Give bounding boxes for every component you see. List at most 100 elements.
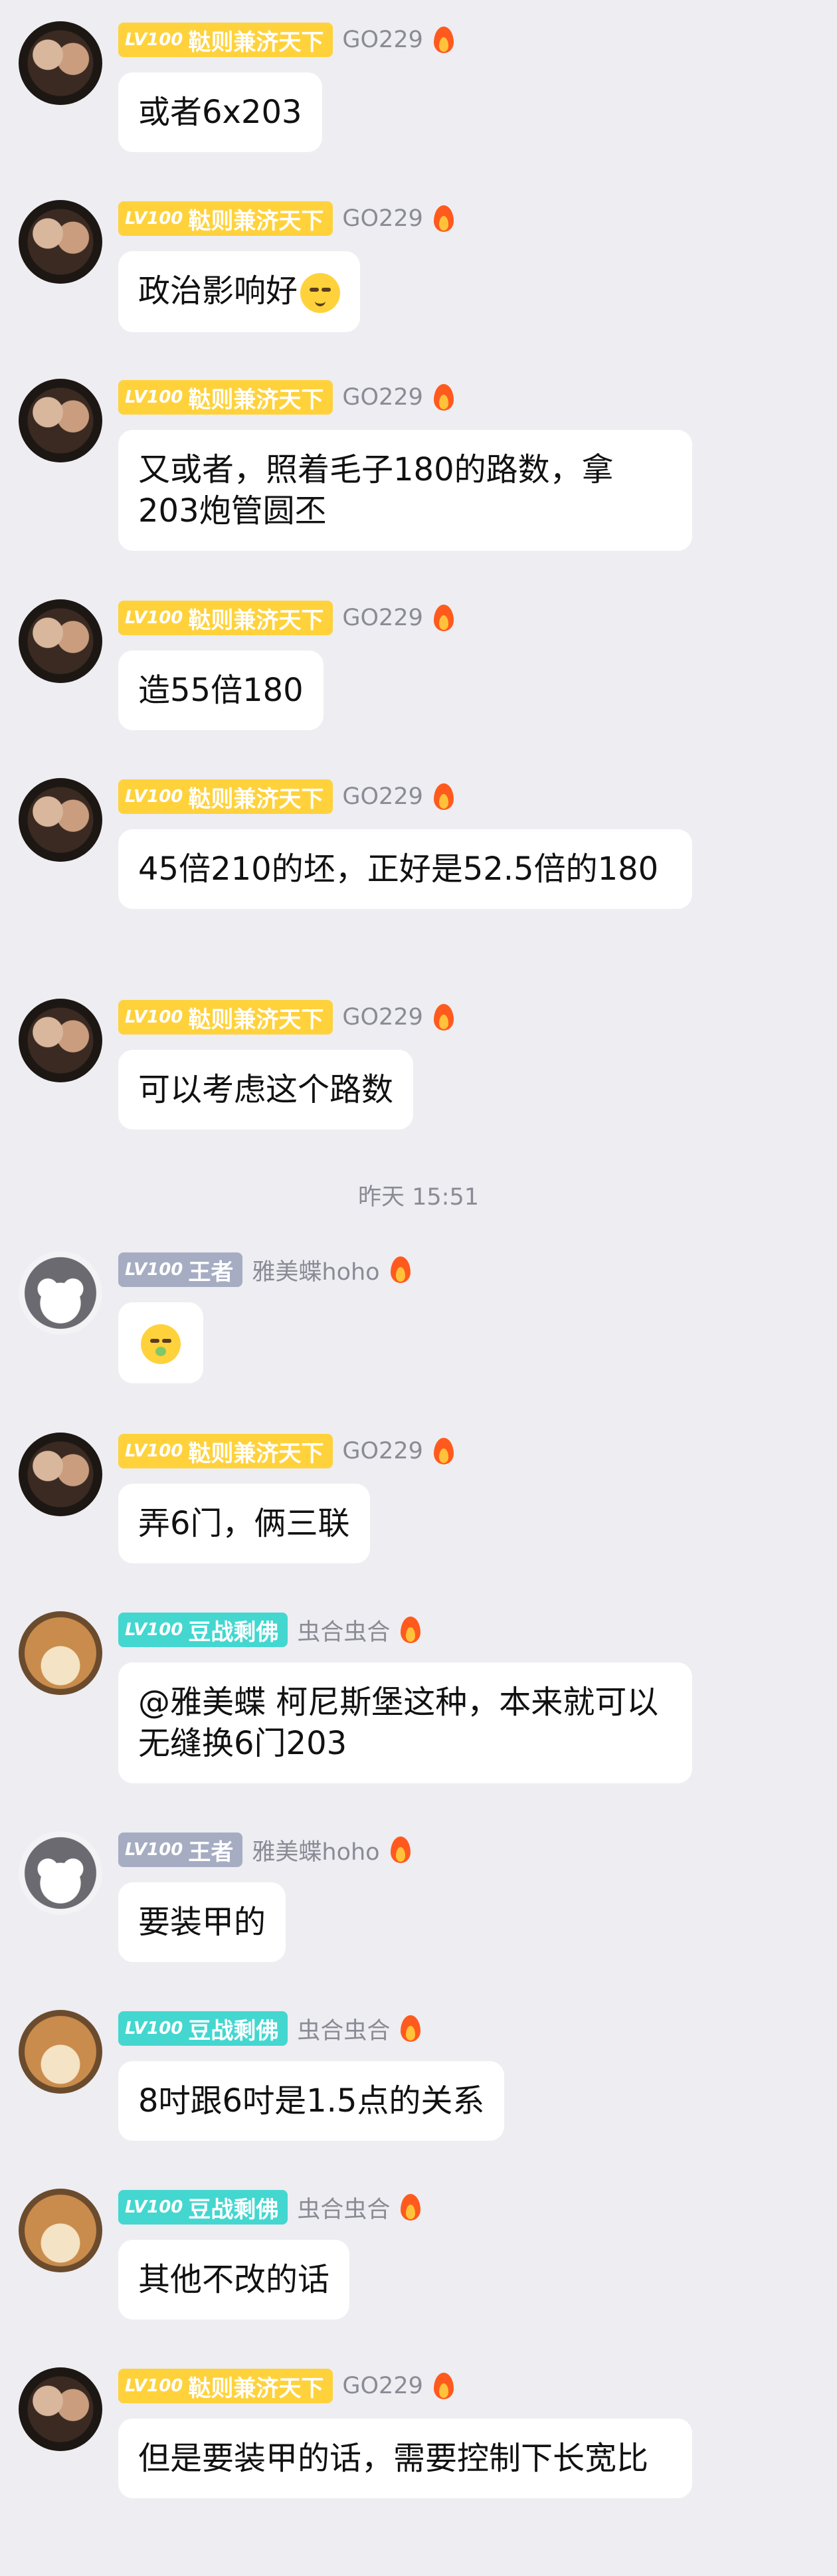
sender-meta: LV100 鞑则兼济天下 GO229 — [118, 599, 454, 637]
sender-meta: LV100 王者 雅美蝶hoho — [118, 1251, 411, 1288]
level-label: LV100 — [125, 2019, 183, 2038]
level-badge[interactable]: LV100 豆战剩佛 — [118, 2011, 288, 2046]
level-badge[interactable]: LV100 鞑则兼济天下 — [118, 779, 333, 814]
message-bubble[interactable]: 政治影响好 — [118, 251, 361, 332]
badge-title: 鞑则兼济天下 — [188, 1440, 324, 1467]
avatar[interactable] — [19, 1251, 102, 1335]
message-bubble[interactable]: 或者6x203 — [118, 72, 322, 152]
level-badge[interactable]: LV100 鞑则兼济天下 — [118, 1434, 333, 1468]
badge-title: 鞑则兼济天下 — [188, 607, 324, 634]
message-bubble[interactable]: 45倍210的坯，正好是52.5倍的180 — [118, 829, 692, 909]
message-text: @雅美蝶 柯尼斯堡这种，本来就可以无缝换6门203 — [138, 1684, 659, 1762]
sender-name[interactable]: GO229 — [342, 205, 422, 232]
message-bubble[interactable]: 8吋跟6吋是1.5点的关系 — [118, 2061, 505, 2141]
sender-meta: LV100 王者 雅美蝶hoho — [118, 1831, 411, 1868]
sender-name[interactable]: 虫合虫合 — [297, 2012, 390, 2046]
message-bubble[interactable]: 可以考虑这个路数 — [118, 1050, 414, 1130]
message-bubble[interactable]: 造55倍180 — [118, 650, 324, 730]
level-badge[interactable]: LV100 鞑则兼济天下 — [118, 601, 333, 635]
badge-title: 豆战剩佛 — [188, 2017, 279, 2044]
badge-title: 鞑则兼济天下 — [188, 207, 324, 235]
level-badge[interactable]: LV100 鞑则兼济天下 — [118, 380, 333, 415]
sender-name[interactable]: GO229 — [342, 27, 422, 53]
message-text: 但是要装甲的话，需要控制下长宽比 — [138, 2440, 649, 2477]
badge-title: 鞑则兼济天下 — [188, 1006, 324, 1033]
level-label: LV100 — [125, 787, 183, 807]
sender-meta: LV100 鞑则兼济天下 GO229 — [118, 379, 454, 416]
timestamp-divider: 昨天 15:51 — [358, 1184, 479, 1211]
avatar[interactable] — [19, 778, 102, 862]
message-bubble[interactable]: 弄6门，俩三联 — [118, 1484, 370, 1563]
level-badge[interactable]: LV100 豆战剩佛 — [118, 1613, 288, 1647]
level-label: LV100 — [125, 30, 183, 50]
sender-name[interactable]: GO229 — [342, 2373, 422, 2399]
message-bubble[interactable] — [118, 1302, 203, 1383]
sender-name[interactable]: GO229 — [342, 605, 422, 631]
message-text: 弄6门，俩三联 — [138, 1505, 350, 1542]
sender-name[interactable]: 虫合虫合 — [297, 1613, 390, 1647]
sender-name[interactable]: 虫合虫合 — [297, 2191, 390, 2225]
avatar[interactable] — [19, 379, 102, 462]
fire-icon — [390, 1836, 411, 1863]
badge-title: 鞑则兼济天下 — [188, 29, 324, 56]
fire-icon — [401, 2015, 421, 2042]
sender-meta: LV100 鞑则兼济天下 GO229 — [118, 1433, 454, 1470]
avatar[interactable] — [19, 21, 102, 105]
message-text: 8吋跟6吋是1.5点的关系 — [138, 2082, 485, 2120]
sender-name[interactable]: 雅美蝶hoho — [252, 1253, 379, 1287]
level-label: LV100 — [125, 608, 183, 628]
message-bubble[interactable]: 又或者，照着毛子180的路数，拿203炮管圆丕 — [118, 430, 692, 551]
avatar[interactable] — [19, 2367, 102, 2451]
message-text: 或者6x203 — [138, 94, 302, 131]
fire-icon — [433, 27, 454, 53]
fire-icon — [433, 605, 454, 631]
sender-name[interactable]: GO229 — [342, 384, 422, 411]
sender-meta: LV100 豆战剩佛 虫合虫合 — [118, 2010, 421, 2047]
avatar[interactable] — [19, 2010, 102, 2094]
avatar[interactable] — [19, 1433, 102, 1516]
level-badge[interactable]: LV100 鞑则兼济天下 — [118, 2369, 333, 2403]
level-badge[interactable]: LV100 王者 — [118, 1833, 243, 1867]
level-label: LV100 — [125, 1840, 183, 1860]
badge-title: 鞑则兼济天下 — [188, 386, 324, 413]
sender-name[interactable]: GO229 — [342, 1438, 422, 1464]
avatar[interactable] — [19, 599, 102, 683]
level-badge[interactable]: LV100 鞑则兼济天下 — [118, 23, 333, 57]
badge-title: 鞑则兼济天下 — [188, 785, 324, 813]
message-bubble[interactable]: 要装甲的 — [118, 1882, 286, 1962]
sender-meta: LV100 豆战剩佛 虫合虫合 — [118, 1611, 421, 1648]
fire-icon — [433, 1438, 454, 1464]
message-bubble[interactable]: 其他不改的话 — [118, 2240, 350, 2320]
sender-meta: LV100 鞑则兼济天下 GO229 — [118, 2367, 454, 2405]
level-badge[interactable]: LV100 鞑则兼济天下 — [118, 201, 333, 236]
level-badge[interactable]: LV100 鞑则兼济天下 — [118, 1000, 333, 1035]
fire-icon — [401, 2194, 421, 2221]
fire-icon — [433, 205, 454, 232]
level-badge[interactable]: LV100 豆战剩佛 — [118, 2190, 288, 2225]
badge-title: 鞑则兼济天下 — [188, 2375, 324, 2402]
level-label: LV100 — [125, 1007, 183, 1027]
sender-name[interactable]: GO229 — [342, 783, 422, 810]
sender-name[interactable]: 雅美蝶hoho — [252, 1833, 379, 1867]
fire-icon — [433, 384, 454, 411]
avatar[interactable] — [19, 2189, 102, 2272]
sender-meta: LV100 豆战剩佛 虫合虫合 — [118, 2189, 421, 2226]
avatar[interactable] — [19, 200, 102, 284]
fire-icon — [390, 1256, 411, 1283]
avatar[interactable] — [19, 1831, 102, 1915]
message-text: 政治影响好 — [138, 272, 298, 310]
message-bubble[interactable]: 但是要装甲的话，需要控制下长宽比 — [118, 2419, 692, 2498]
message-text: 造55倍180 — [138, 672, 304, 709]
level-label: LV100 — [125, 209, 183, 229]
avatar[interactable] — [19, 1611, 102, 1695]
fire-icon — [433, 2373, 454, 2399]
level-badge[interactable]: LV100 王者 — [118, 1252, 243, 1287]
badge-title: 王者 — [188, 1258, 234, 1286]
level-label: LV100 — [125, 2376, 183, 2396]
message-bubble[interactable]: @雅美蝶 柯尼斯堡这种，本来就可以无缝换6门203 — [118, 1662, 692, 1783]
sender-name[interactable]: GO229 — [342, 1004, 422, 1031]
fire-icon — [401, 1617, 421, 1643]
avatar[interactable] — [19, 999, 102, 1082]
smiling-face-emoji — [300, 273, 341, 313]
nauseated-face-emoji — [141, 1324, 181, 1364]
